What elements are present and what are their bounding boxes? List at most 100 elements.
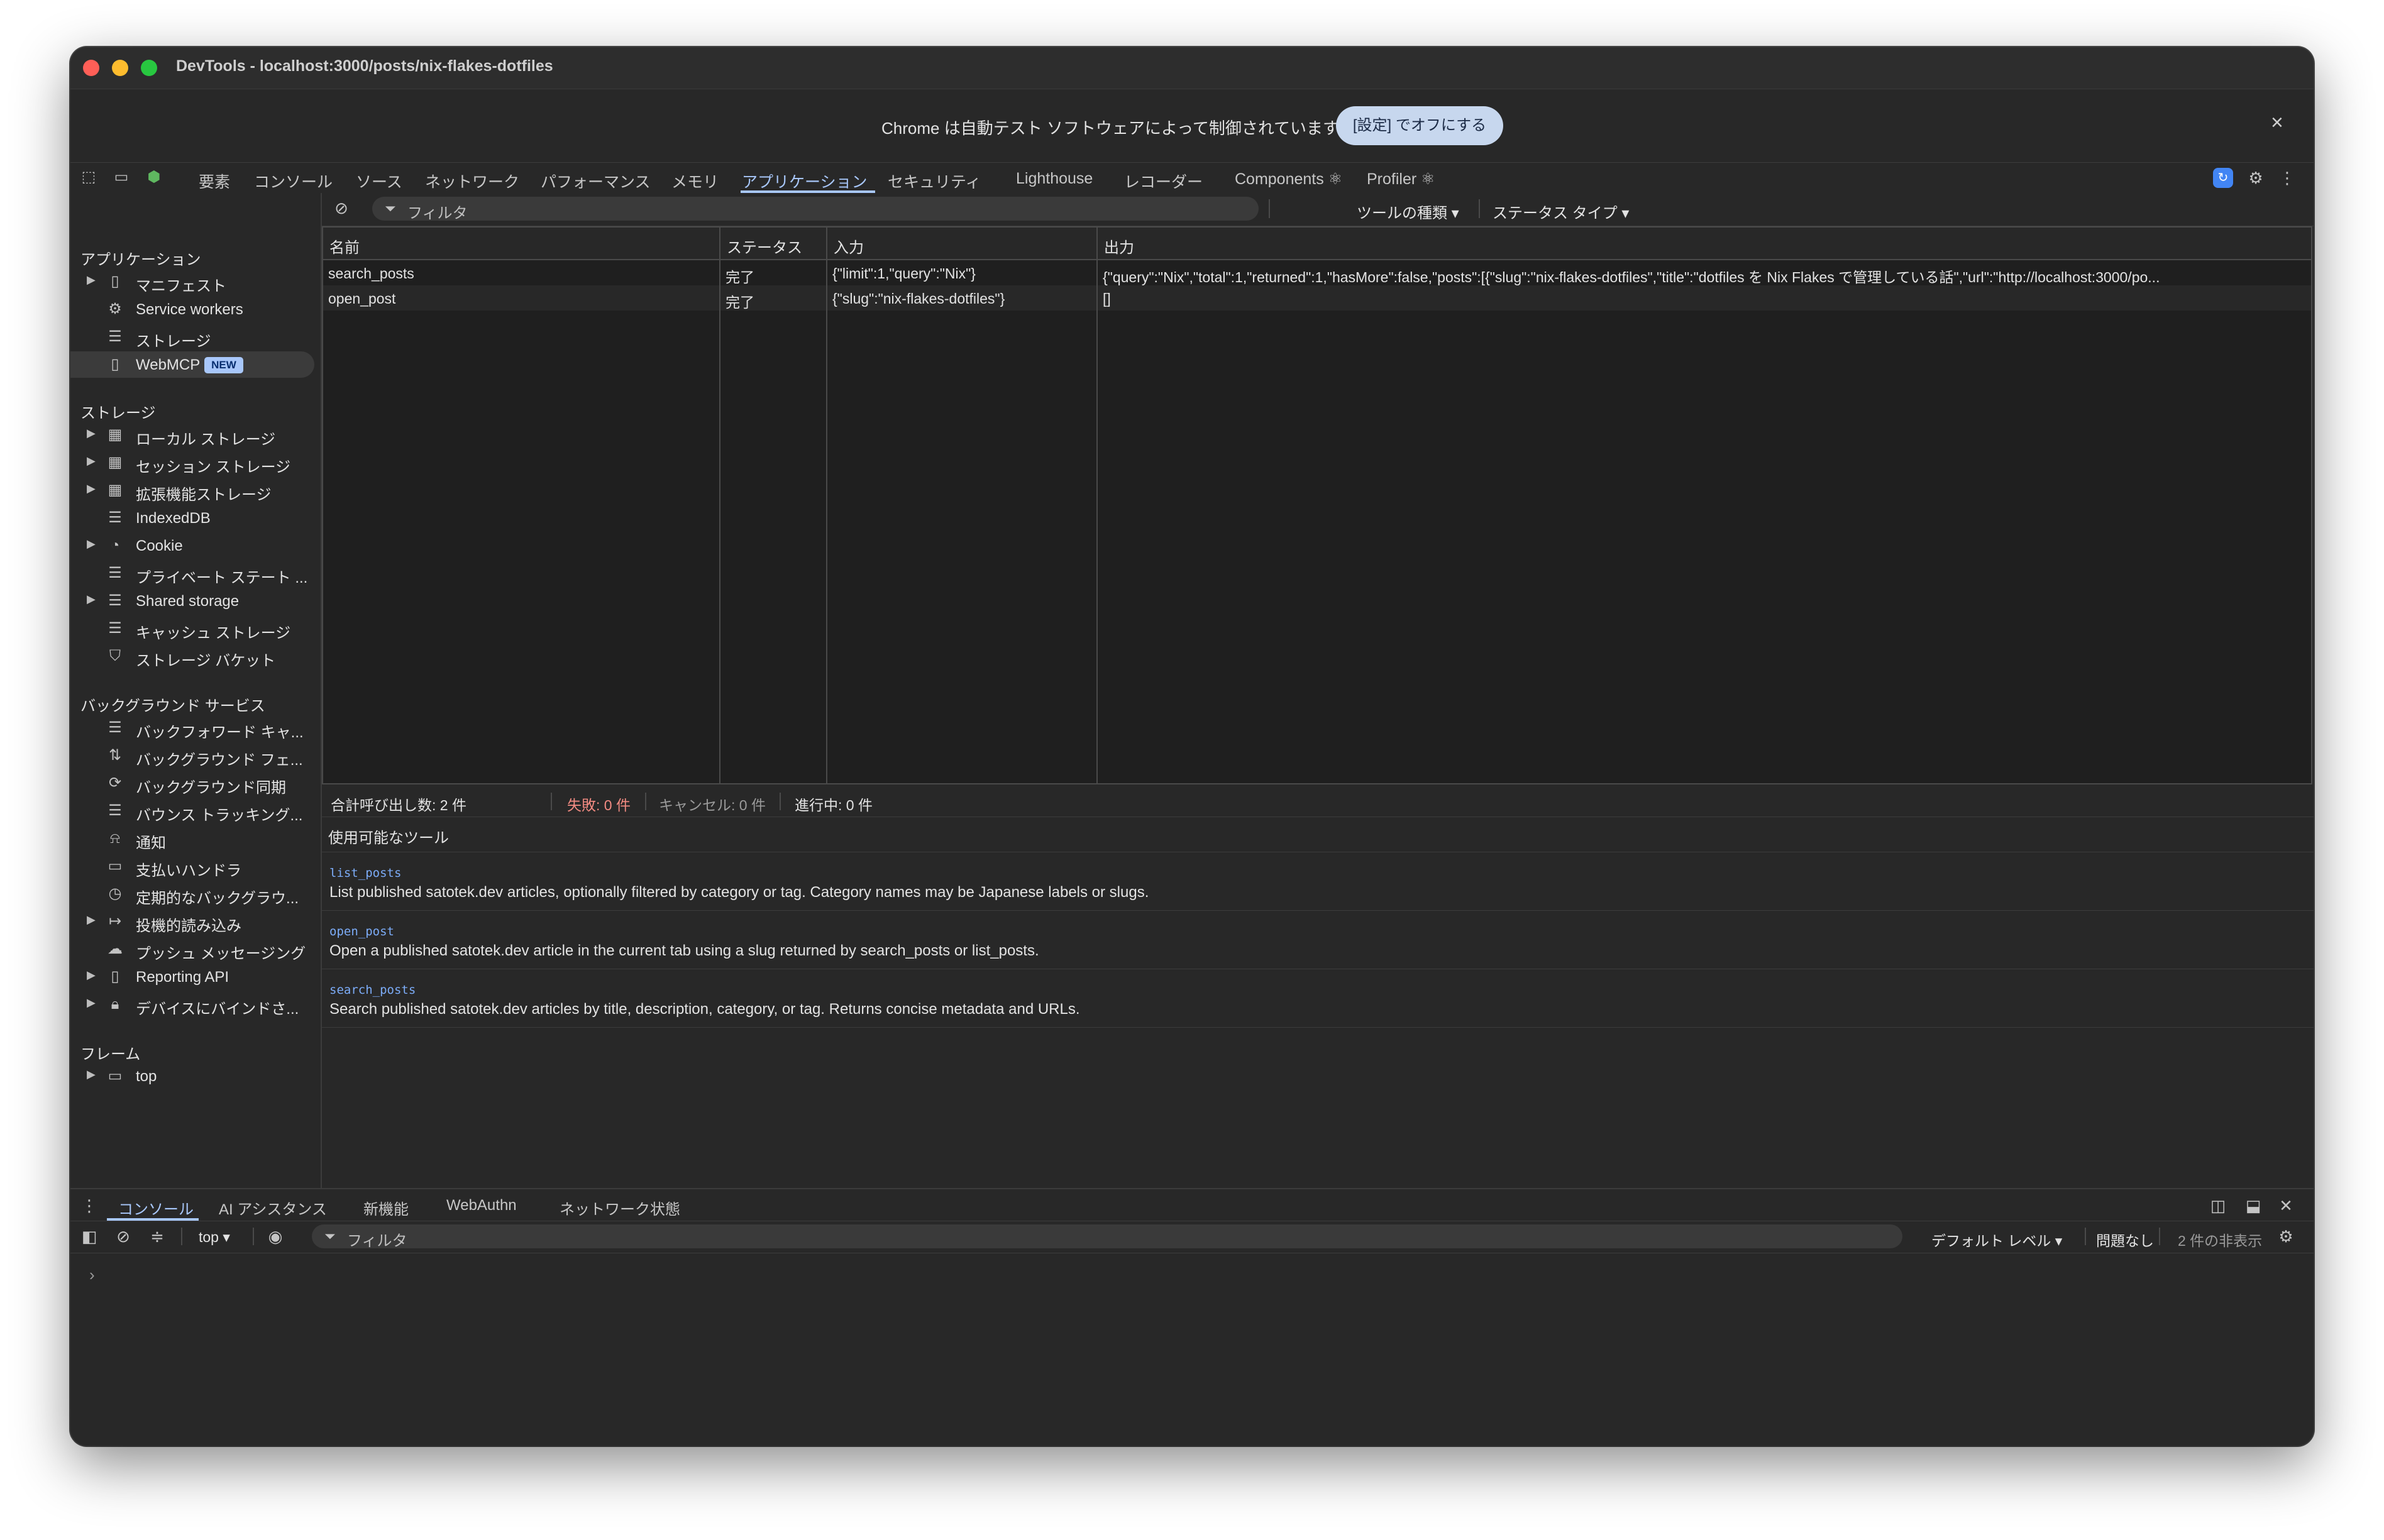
drawer-tab-whats-new[interactable]: 新機能 <box>363 1197 409 1219</box>
expand-arrow-icon[interactable]: ▶ <box>87 969 96 982</box>
window-title: DevTools - localhost:3000/posts/nix-flak… <box>176 57 553 75</box>
sidebar-item-webmcp[interactable]: ▯ WebMCP NEW <box>70 351 314 378</box>
sidebar-item-storage-buckets[interactable]: ⛉ ストレージ バケット <box>70 643 318 669</box>
expand-arrow-icon[interactable]: ▶ <box>87 996 96 1009</box>
ai-assistance-icon[interactable]: ↻ <box>2213 168 2233 188</box>
sidebar-item-payment-handler[interactable]: ▭ 支払いハンドラ <box>70 853 318 879</box>
sidebar-item-device-bound-sessions[interactable]: ▶ 🔒︎ デバイスにバインドさ... <box>70 991 318 1018</box>
expand-arrow-icon[interactable]: ▶ <box>87 537 96 551</box>
expand-arrow-icon[interactable]: ▶ <box>87 913 96 927</box>
sidebar-item-cache-storage[interactable]: ☰ キャッシュ ストレージ <box>70 615 318 642</box>
sidebar-item-storage[interactable]: ☰ ストレージ <box>70 324 318 350</box>
drawer-menu-icon[interactable]: ⋮ <box>79 1196 99 1216</box>
tab-performance[interactable]: パフォーマンス <box>541 170 651 192</box>
clear-icon[interactable]: ⊘ <box>332 199 351 217</box>
tab-application[interactable]: アプリケーション <box>742 170 868 192</box>
tab-network[interactable]: ネットワーク <box>425 170 519 192</box>
expand-arrow-icon[interactable]: ▶ <box>87 427 96 440</box>
column-divider[interactable] <box>826 228 827 783</box>
drawer-tab-ai-assistance[interactable]: AI アシスタンス <box>219 1197 327 1219</box>
sidebar-item-periodic-background-sync[interactable]: ◷ 定期的なバックグラウ... <box>70 881 318 907</box>
clear-console-icon[interactable]: ⊘ <box>113 1226 133 1246</box>
inspect-element-icon[interactable]: ⬚ <box>79 168 98 187</box>
sidebar-item-extension-storage[interactable]: ▶ ▦ 拡張機能ストレージ <box>70 477 318 503</box>
column-header-input[interactable]: 入力 <box>827 228 1098 260</box>
sidebar-item-background-fetch[interactable]: ⇅ バックグラウンド フェ... <box>70 742 318 769</box>
close-window-button[interactable] <box>83 60 99 76</box>
filter-input[interactable]: ⏷ フィルタ <box>372 197 1259 222</box>
available-tools-heading: 使用可能なツール <box>328 830 449 847</box>
vue-devtools-icon[interactable]: ⬢ <box>145 168 163 187</box>
device-toolbar-icon[interactable]: ▭ <box>112 168 131 187</box>
table-icon: ▦ <box>108 454 123 471</box>
sidebar-item-service-workers[interactable]: ⚙ Service workers <box>70 296 318 322</box>
dock-side-icon[interactable]: ◫ <box>2208 1196 2228 1216</box>
status-type-dropdown[interactable]: ステータス タイプ ▾ <box>1493 201 1629 223</box>
tab-security[interactable]: セキュリティ <box>888 170 981 192</box>
issues-counter[interactable]: 問題なし <box>2096 1229 2154 1250</box>
sidebar-item-notifications[interactable]: ⍾ 通知 <box>70 825 318 852</box>
column-divider[interactable] <box>719 228 720 783</box>
create-live-expression-icon[interactable]: ≑ <box>147 1226 167 1246</box>
drawer-tab-network-conditions[interactable]: ネットワーク状態 <box>560 1197 680 1219</box>
tab-console[interactable]: コンソール <box>254 170 333 192</box>
sidebar-item-session-storage[interactable]: ▶ ▦ セッション ストレージ <box>70 449 318 476</box>
table-row[interactable]: search_posts 完了 {"limit":1,"query":"Nix"… <box>323 260 2311 285</box>
console-settings-icon[interactable]: ⚙ <box>2276 1226 2296 1246</box>
tab-components[interactable]: Components ⚛ <box>1235 170 1342 189</box>
dock-bottom-icon[interactable]: ⬓ <box>2243 1196 2263 1216</box>
sidebar-item-cookie[interactable]: ▶ ◔ Cookie <box>70 532 318 559</box>
sidebar-item-bounce-tracking[interactable]: ☰ バウンス トラッキング... <box>70 798 318 824</box>
drawer-tab-webauthn[interactable]: WebAuthn <box>446 1197 517 1214</box>
column-header-status[interactable]: ステータス <box>720 228 827 260</box>
tool-type-dropdown[interactable]: ツールの種類 ▾ <box>1357 201 1459 223</box>
column-divider[interactable] <box>1096 228 1098 783</box>
sidebar-item-back-forward-cache[interactable]: ☰ バックフォワード キャ... <box>70 715 318 741</box>
infobar-close-icon[interactable]: × <box>2271 111 2283 135</box>
infobar-settings-button[interactable]: [設定] でオフにする <box>1336 106 1503 145</box>
tab-profiler[interactable]: Profiler ⚛ <box>1367 170 1435 189</box>
expand-arrow-icon[interactable]: ▶ <box>87 1068 96 1081</box>
expand-arrow-icon[interactable]: ▶ <box>87 454 96 468</box>
drawer-tab-console[interactable]: コンソール <box>118 1197 194 1219</box>
tool-item-search-posts[interactable]: search_posts Search published satotek.de… <box>322 969 2314 1028</box>
column-header-output[interactable]: 出力 <box>1098 228 2311 260</box>
column-header-name[interactable]: 名前 <box>323 228 720 260</box>
table-row[interactable]: open_post 完了 {"slug":"nix-flakes-dotfile… <box>323 285 2311 311</box>
tool-item-open-post[interactable]: open_post Open a published satotek.dev a… <box>322 911 2314 969</box>
expand-arrow-icon[interactable]: ▶ <box>87 273 96 287</box>
sidebar-item-push-messaging[interactable]: ☁ プッシュ メッセージング <box>70 936 318 962</box>
expand-arrow-icon[interactable]: ▶ <box>87 482 96 495</box>
tool-item-list-posts[interactable]: list_posts List published satotek.dev ar… <box>322 852 2314 911</box>
sidebar-item-shared-storage[interactable]: ▶ ☰ Shared storage <box>70 588 318 614</box>
eye-icon[interactable]: ◉ <box>265 1226 285 1246</box>
sidebar-item-speculative-loads[interactable]: ▶ ↦ 投機的読み込み <box>70 908 318 935</box>
tab-elements[interactable]: 要素 <box>199 170 230 192</box>
settings-gear-icon[interactable]: ⚙ <box>2246 168 2266 188</box>
expand-arrow-icon[interactable]: ▶ <box>87 593 96 606</box>
sidebar-item-indexeddb[interactable]: ☰ IndexedDB <box>70 505 318 531</box>
tab-memory[interactable]: メモリ <box>671 170 719 192</box>
sidebar-item-local-storage[interactable]: ▶ ▦ ローカル ストレージ <box>70 422 318 448</box>
maximize-window-button[interactable] <box>141 60 157 76</box>
tab-lighthouse[interactable]: Lighthouse <box>1016 170 1093 188</box>
more-options-icon[interactable]: ⋮ <box>2277 168 2297 188</box>
tab-recorder[interactable]: レコーダー <box>1124 170 1203 192</box>
sidebar-item-label: IndexedDB <box>136 510 211 527</box>
console-filter-input[interactable]: ⏷ フィルタ <box>312 1224 1902 1250</box>
sidebar-item-label: バウンス トラッキング... <box>136 807 303 824</box>
sidebar-item-reporting-api[interactable]: ▶ ▯ Reporting API <box>70 964 318 990</box>
context-selector[interactable]: top ▾ <box>199 1229 230 1246</box>
tab-sources[interactable]: ソース <box>356 170 402 192</box>
gears-icon: ⚙ <box>108 300 122 317</box>
sidebar-item-background-sync[interactable]: ⟳ バックグラウンド同期 <box>70 770 318 796</box>
sidebar-item-frame-top[interactable]: ▶ ▭ top <box>70 1063 318 1089</box>
sidebar-item-private-state[interactable]: ☰ プライベート ステート ... <box>70 560 318 586</box>
sidebar-toggle-icon[interactable]: ◧ <box>79 1226 99 1246</box>
console-prompt[interactable]: › <box>89 1265 95 1285</box>
minimize-window-button[interactable] <box>112 60 128 76</box>
log-level-dropdown[interactable]: デフォルト レベル ▾ <box>1931 1229 2062 1250</box>
close-drawer-icon[interactable]: ✕ <box>2276 1196 2296 1216</box>
sidebar-item-manifest[interactable]: ▶ ▯ マニフェスト <box>70 268 318 295</box>
divider <box>551 793 552 810</box>
